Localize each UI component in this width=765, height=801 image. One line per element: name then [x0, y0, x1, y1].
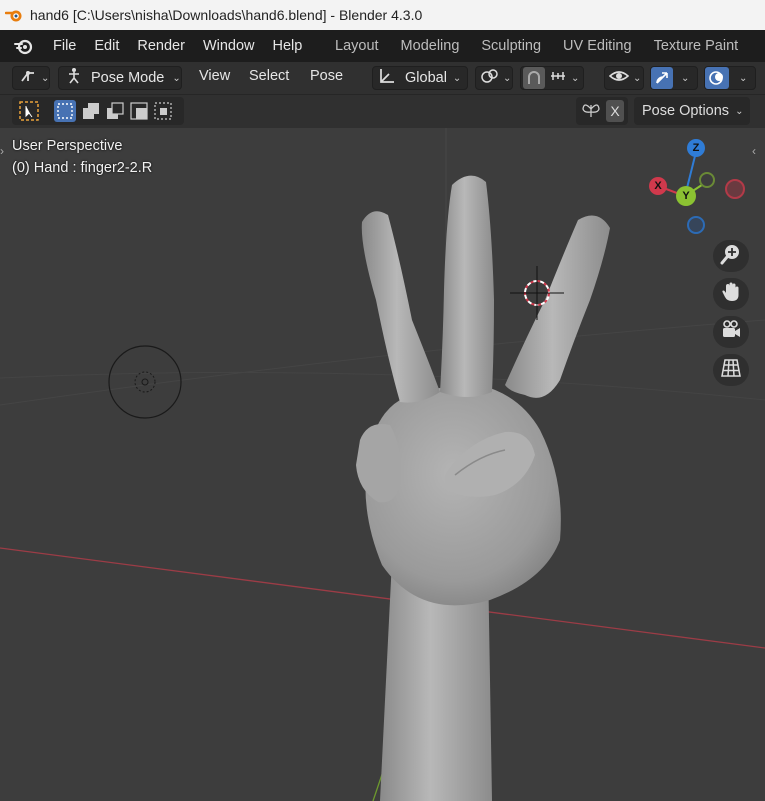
gizmo-neg-y-axis[interactable] — [699, 172, 715, 188]
menu-file[interactable]: File — [44, 38, 85, 54]
tab-sculpting[interactable]: Sculpting — [472, 38, 550, 54]
select-menu[interactable]: Select — [249, 68, 289, 84]
mode-selector[interactable]: Pose Mode ⌄ — [58, 66, 182, 90]
active-object-label: (0) Hand : finger2-2.R — [12, 160, 153, 176]
chevron-down-icon: ⌄ — [41, 72, 50, 84]
camera-view-button[interactable] — [713, 316, 749, 348]
tab-layout[interactable]: Layout — [326, 38, 388, 54]
transform-orientation-selector[interactable]: Global ⌄ — [372, 66, 468, 90]
chevron-down-icon: ⌄ — [503, 72, 512, 84]
overlay-toggle[interactable]: ⌄ — [704, 66, 756, 90]
window-title: hand6 [C:\Users\nisha\Downloads\hand6.bl… — [30, 7, 423, 23]
select-box-icon[interactable] — [18, 100, 40, 122]
menu-edit[interactable]: Edit — [85, 38, 128, 54]
pose-options-dropdown[interactable]: Pose Options ⌄ — [634, 97, 750, 125]
pose-menu[interactable]: Pose — [310, 68, 343, 84]
tool-settings-bar: X Pose Options ⌄ — [0, 94, 765, 128]
chevron-left-icon[interactable]: ‹ — [752, 144, 756, 158]
navigation-gizmo[interactable]: Z X Y — [640, 138, 750, 238]
mirror-group: X — [576, 97, 628, 125]
chevron-down-icon: ⌄ — [633, 72, 642, 84]
gizmo-x-axis[interactable]: X — [649, 177, 667, 195]
editor-type-button[interactable]: ⌄ — [12, 66, 50, 90]
pan-button[interactable] — [713, 278, 749, 310]
zoom-icon — [720, 243, 742, 270]
chevron-down-icon: ⌄ — [739, 72, 748, 84]
snap-icon[interactable] — [523, 67, 545, 89]
zoom-button[interactable] — [713, 240, 749, 272]
workspace-tabs: Layout Modeling Sculpting UV Editing Tex… — [326, 30, 751, 62]
chevron-down-icon: ⌄ — [735, 105, 744, 117]
visibility-button[interactable]: ⌄ — [604, 66, 644, 90]
snap-controls[interactable]: ⌄ — [520, 66, 584, 90]
tab-texture-paint[interactable]: Texture Paint — [645, 38, 748, 54]
gizmo-neg-x-axis[interactable] — [725, 179, 745, 199]
gizmo-icon[interactable] — [651, 67, 673, 89]
tab-uv-editing[interactable]: UV Editing — [554, 38, 641, 54]
view-menu[interactable]: View — [199, 68, 230, 84]
gizmo-y-axis[interactable]: Y — [676, 186, 696, 206]
blender-logo-icon — [4, 5, 24, 25]
x-mirror-toggle[interactable]: X — [606, 100, 624, 122]
grid-icon — [720, 357, 742, 384]
select-new-icon[interactable] — [54, 100, 76, 122]
menu-help[interactable]: Help — [264, 38, 312, 54]
select-intersect-icon[interactable] — [152, 100, 174, 122]
viewport-header: ⌄ Pose Mode ⌄ View Select Pose Global ⌄ … — [0, 62, 765, 95]
hand-icon — [720, 281, 742, 308]
pivot-point-button[interactable]: ⌄ — [475, 66, 513, 90]
global-orientation-icon — [377, 67, 397, 89]
select-extend-icon[interactable] — [80, 100, 102, 122]
gizmo-neg-z-axis[interactable] — [687, 216, 705, 234]
pose-options-label: Pose Options — [642, 103, 730, 119]
select-tool-group — [12, 97, 184, 125]
chevron-down-icon: ⌄ — [172, 72, 181, 84]
camera-icon — [720, 319, 742, 346]
overlay-icon[interactable] — [705, 67, 729, 89]
chevron-right-icon[interactable]: › — [0, 144, 4, 158]
gizmo-toggle[interactable]: ⌄ — [650, 66, 698, 90]
butterfly-icon[interactable] — [581, 101, 601, 121]
title-bar: hand6 [C:\Users\nisha\Downloads\hand6.bl… — [0, 0, 765, 30]
visibility-icon — [608, 68, 630, 88]
menu-render[interactable]: Render — [128, 38, 194, 54]
select-subtract-icon[interactable] — [104, 100, 126, 122]
armature-icon — [19, 68, 37, 88]
chevron-down-icon: ⌄ — [571, 72, 580, 84]
mode-label: Pose Mode — [91, 70, 165, 86]
menu-window[interactable]: Window — [194, 38, 264, 54]
gizmo-z-axis[interactable]: Z — [687, 139, 705, 157]
perspective-toggle-button[interactable] — [713, 354, 749, 386]
snap-target-icon — [549, 68, 567, 88]
pose-mode-icon — [65, 67, 83, 89]
select-invert-icon[interactable] — [128, 100, 150, 122]
pivot-icon — [481, 68, 499, 88]
chevron-down-icon: ⌄ — [681, 72, 690, 84]
tab-modeling[interactable]: Modeling — [392, 38, 469, 54]
orientation-label: Global — [405, 70, 447, 86]
menu-bar: File Edit Render Window Help Layout Mode… — [0, 30, 765, 62]
viewport-perspective-label: User Perspective — [12, 138, 123, 154]
3d-viewport[interactable]: User Perspective (0) Hand : finger2-2.R … — [0, 128, 765, 801]
blender-menu-icon[interactable] — [12, 35, 34, 57]
chevron-down-icon: ⌄ — [452, 72, 462, 84]
